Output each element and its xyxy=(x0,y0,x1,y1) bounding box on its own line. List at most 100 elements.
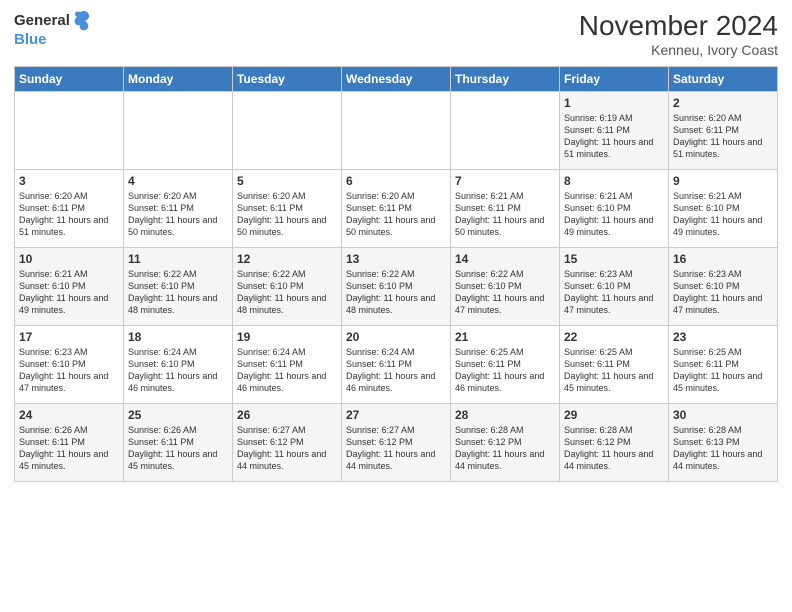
page-header: General Blue November 2024 Kenneu, Ivory… xyxy=(14,10,778,58)
day-number: 2 xyxy=(673,96,773,110)
logo-text-stack: General Blue xyxy=(14,10,90,49)
table-row: 9Sunrise: 6:21 AM Sunset: 6:10 PM Daylig… xyxy=(669,170,778,248)
day-info: Sunrise: 6:23 AM Sunset: 6:10 PM Dayligh… xyxy=(673,268,773,317)
day-number: 26 xyxy=(237,408,337,422)
day-number: 20 xyxy=(346,330,446,344)
day-info: Sunrise: 6:23 AM Sunset: 6:10 PM Dayligh… xyxy=(19,346,119,395)
table-row: 24Sunrise: 6:26 AM Sunset: 6:11 PM Dayli… xyxy=(15,404,124,482)
col-friday: Friday xyxy=(560,67,669,92)
table-row: 7Sunrise: 6:21 AM Sunset: 6:11 PM Daylig… xyxy=(451,170,560,248)
calendar-header-row: Sunday Monday Tuesday Wednesday Thursday… xyxy=(15,67,778,92)
page-container: General Blue November 2024 Kenneu, Ivory… xyxy=(0,0,792,492)
day-info: Sunrise: 6:24 AM Sunset: 6:10 PM Dayligh… xyxy=(128,346,228,395)
day-number: 25 xyxy=(128,408,228,422)
table-row: 30 Sunrise: 6:28 AM Sunset: 6:13 PM Dayli… xyxy=(669,404,778,482)
day-info: Sunrise: 6:20 AM Sunset: 6:11 PM Dayligh… xyxy=(128,190,228,239)
logo-blue: Blue xyxy=(14,32,90,49)
day-number: 4 xyxy=(128,174,228,188)
logo-bird-icon xyxy=(72,10,90,32)
day-number: 12 xyxy=(237,252,337,266)
day-number: 17 xyxy=(19,330,119,344)
day-info: Sunrise: 6:28 AM Sunset: 6:12 PM Dayligh… xyxy=(455,424,555,473)
logo: General Blue xyxy=(14,10,90,49)
table-row: 6 Sunrise: 6:20 AM Sunset: 6:11 PM Daylig… xyxy=(342,170,451,248)
day-info: Sunrise: 6:25 AM Sunset: 6:11 PM Dayligh… xyxy=(564,346,664,395)
day-number: 28 xyxy=(455,408,555,422)
day-info: Sunrise: 6:28 AM Sunset: 6:13 PM Dayligh… xyxy=(673,424,773,473)
day-number: 15 xyxy=(564,252,664,266)
day-number: 5 xyxy=(237,174,337,188)
table-row xyxy=(233,92,342,170)
day-info: Sunrise: 6:20 AM Sunset: 6:11 PM Dayligh… xyxy=(346,190,446,239)
logo-general: General xyxy=(14,13,70,30)
col-tuesday: Tuesday xyxy=(233,67,342,92)
day-info: Sunrise: 6:19 AM Sunset: 6:11 PM Dayligh… xyxy=(564,112,664,161)
day-number: 3 xyxy=(19,174,119,188)
day-number: 13 xyxy=(346,252,446,266)
col-monday: Monday xyxy=(124,67,233,92)
calendar-week-row: 24Sunrise: 6:26 AM Sunset: 6:11 PM Dayli… xyxy=(15,404,778,482)
table-row: 27Sunrise: 6:27 AM Sunset: 6:12 PM Dayli… xyxy=(342,404,451,482)
title-section: November 2024 Kenneu, Ivory Coast xyxy=(579,10,778,58)
table-row: 8Sunrise: 6:21 AM Sunset: 6:10 PM Daylig… xyxy=(560,170,669,248)
day-number: 22 xyxy=(564,330,664,344)
table-row: 19Sunrise: 6:24 AM Sunset: 6:11 PM Dayli… xyxy=(233,326,342,404)
day-info: Sunrise: 6:24 AM Sunset: 6:11 PM Dayligh… xyxy=(346,346,446,395)
table-row xyxy=(124,92,233,170)
day-info: Sunrise: 6:25 AM Sunset: 6:11 PM Dayligh… xyxy=(673,346,773,395)
table-row: 21Sunrise: 6:25 AM Sunset: 6:11 PM Dayli… xyxy=(451,326,560,404)
day-info: Sunrise: 6:27 AM Sunset: 6:12 PM Dayligh… xyxy=(237,424,337,473)
table-row: 11 Sunrise: 6:22 AM Sunset: 6:10 PM Dayli… xyxy=(124,248,233,326)
day-number: 8 xyxy=(564,174,664,188)
calendar-table: Sunday Monday Tuesday Wednesday Thursday… xyxy=(14,66,778,482)
calendar-week-row: 1Sunrise: 6:19 AM Sunset: 6:11 PM Daylig… xyxy=(15,92,778,170)
table-row: 2Sunrise: 6:20 AM Sunset: 6:11 PM Daylig… xyxy=(669,92,778,170)
table-row: 3 Sunrise: 6:20 AM Sunset: 6:11 PM Daylig… xyxy=(15,170,124,248)
day-info: Sunrise: 6:20 AM Sunset: 6:11 PM Dayligh… xyxy=(19,190,119,239)
month-title: November 2024 xyxy=(579,10,778,42)
table-row: 28 Sunrise: 6:28 AM Sunset: 6:12 PM Dayli… xyxy=(451,404,560,482)
calendar-week-row: 17 Sunrise: 6:23 AM Sunset: 6:10 PM Dayli… xyxy=(15,326,778,404)
table-row: 10Sunrise: 6:21 AM Sunset: 6:10 PM Dayli… xyxy=(15,248,124,326)
table-row: 17 Sunrise: 6:23 AM Sunset: 6:10 PM Dayli… xyxy=(15,326,124,404)
calendar-body: 1Sunrise: 6:19 AM Sunset: 6:11 PM Daylig… xyxy=(15,92,778,482)
day-number: 21 xyxy=(455,330,555,344)
day-number: 16 xyxy=(673,252,773,266)
day-number: 14 xyxy=(455,252,555,266)
table-row: 22 Sunrise: 6:25 AM Sunset: 6:11 PM Dayli… xyxy=(560,326,669,404)
table-row: 1Sunrise: 6:19 AM Sunset: 6:11 PM Daylig… xyxy=(560,92,669,170)
table-row: 5 Sunrise: 6:20 AM Sunset: 6:11 PM Daylig… xyxy=(233,170,342,248)
day-number: 6 xyxy=(346,174,446,188)
day-number: 29 xyxy=(564,408,664,422)
day-info: Sunrise: 6:27 AM Sunset: 6:12 PM Dayligh… xyxy=(346,424,446,473)
day-number: 11 xyxy=(128,252,228,266)
location: Kenneu, Ivory Coast xyxy=(579,42,778,58)
day-number: 23 xyxy=(673,330,773,344)
table-row: 12 Sunrise: 6:22 AM Sunset: 6:10 PM Dayli… xyxy=(233,248,342,326)
day-info: Sunrise: 6:26 AM Sunset: 6:11 PM Dayligh… xyxy=(19,424,119,473)
col-thursday: Thursday xyxy=(451,67,560,92)
day-info: Sunrise: 6:21 AM Sunset: 6:10 PM Dayligh… xyxy=(673,190,773,239)
table-row: 23 Sunrise: 6:25 AM Sunset: 6:11 PM Dayli… xyxy=(669,326,778,404)
table-row: 25Sunrise: 6:26 AM Sunset: 6:11 PM Dayli… xyxy=(124,404,233,482)
table-row: 16 Sunrise: 6:23 AM Sunset: 6:10 PM Dayli… xyxy=(669,248,778,326)
table-row: 14Sunrise: 6:22 AM Sunset: 6:10 PM Dayli… xyxy=(451,248,560,326)
day-info: Sunrise: 6:20 AM Sunset: 6:11 PM Dayligh… xyxy=(237,190,337,239)
day-info: Sunrise: 6:22 AM Sunset: 6:10 PM Dayligh… xyxy=(128,268,228,317)
day-number: 30 xyxy=(673,408,773,422)
table-row: 15Sunrise: 6:23 AM Sunset: 6:10 PM Dayli… xyxy=(560,248,669,326)
calendar-week-row: 10Sunrise: 6:21 AM Sunset: 6:10 PM Dayli… xyxy=(15,248,778,326)
table-row: 18 Sunrise: 6:24 AM Sunset: 6:10 PM Dayli… xyxy=(124,326,233,404)
col-sunday: Sunday xyxy=(15,67,124,92)
day-info: Sunrise: 6:28 AM Sunset: 6:12 PM Dayligh… xyxy=(564,424,664,473)
table-row xyxy=(451,92,560,170)
day-number: 18 xyxy=(128,330,228,344)
day-info: Sunrise: 6:21 AM Sunset: 6:11 PM Dayligh… xyxy=(455,190,555,239)
table-row: 13Sunrise: 6:22 AM Sunset: 6:10 PM Dayli… xyxy=(342,248,451,326)
day-info: Sunrise: 6:24 AM Sunset: 6:11 PM Dayligh… xyxy=(237,346,337,395)
day-info: Sunrise: 6:22 AM Sunset: 6:10 PM Dayligh… xyxy=(237,268,337,317)
table-row xyxy=(342,92,451,170)
col-wednesday: Wednesday xyxy=(342,67,451,92)
day-number: 10 xyxy=(19,252,119,266)
table-row: 4 Sunrise: 6:20 AM Sunset: 6:11 PM Daylig… xyxy=(124,170,233,248)
